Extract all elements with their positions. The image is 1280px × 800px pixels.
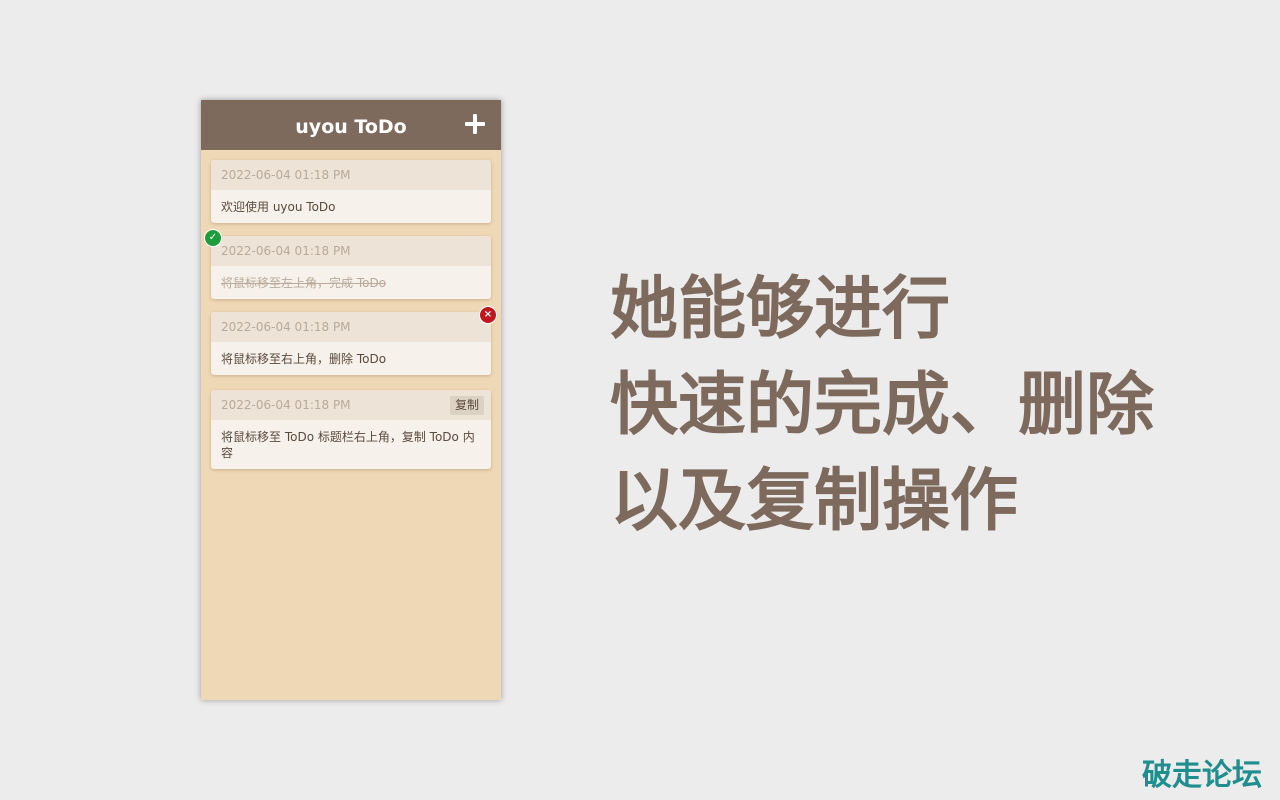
headline-line: 以及复制操作 [610, 462, 1019, 541]
close-icon[interactable]: × [479, 306, 497, 324]
todo-date: 2022-06-04 01:18 PM [221, 168, 351, 182]
todo-card-header: 2022-06-04 01:18 PM [211, 236, 491, 266]
todo-card-header: 2022-06-04 01:18 PM 复制 [211, 390, 491, 420]
todo-card[interactable]: 2022-06-04 01:18 PM 复制 将鼠标移至 ToDo 标题栏右上角… [211, 390, 491, 469]
todo-text-completed[interactable]: 将鼠标移至左上角，完成 ToDo [211, 266, 491, 299]
todo-date: 2022-06-04 01:18 PM [221, 398, 351, 412]
todo-date: 2022-06-04 01:18 PM [221, 320, 351, 334]
todo-card[interactable]: 2022-06-04 01:18 PM 欢迎使用 uyou ToDo [211, 160, 491, 223]
feature-headline: 她能够进行 快速的完成、删除 以及复制操作 [610, 262, 1250, 550]
todo-app-window: uyou ToDo 2022-06-04 01:18 PM 欢迎使用 uyou … [201, 100, 501, 700]
headline-line: 她能够进行 [610, 270, 951, 349]
todo-card-header: 2022-06-04 01:18 PM [211, 312, 491, 342]
todo-text[interactable]: 欢迎使用 uyou ToDo [211, 190, 491, 223]
todo-date: 2022-06-04 01:18 PM [221, 244, 351, 258]
watermark: 破走论坛 [1142, 758, 1262, 793]
todo-card[interactable]: 2022-06-04 01:18 PM 将鼠标移至左上角，完成 ToDo [211, 236, 491, 299]
todo-card-header: 2022-06-04 01:18 PM [211, 160, 491, 190]
check-icon[interactable]: ✓ [204, 229, 222, 247]
todo-text[interactable]: 将鼠标移至 ToDo 标题栏右上角，复制 ToDo 内容 [211, 420, 491, 469]
headline-line: 快速的完成、删除 [610, 366, 1155, 445]
app-title: uyou ToDo [295, 116, 407, 138]
copy-button[interactable]: 复制 [449, 396, 484, 415]
add-todo-button[interactable] [463, 112, 487, 136]
app-header: uyou ToDo [201, 100, 501, 150]
todo-text[interactable]: 将鼠标移至右上角，删除 ToDo [211, 342, 491, 375]
todo-card[interactable]: 2022-06-04 01:18 PM 将鼠标移至右上角，删除 ToDo [211, 312, 491, 375]
